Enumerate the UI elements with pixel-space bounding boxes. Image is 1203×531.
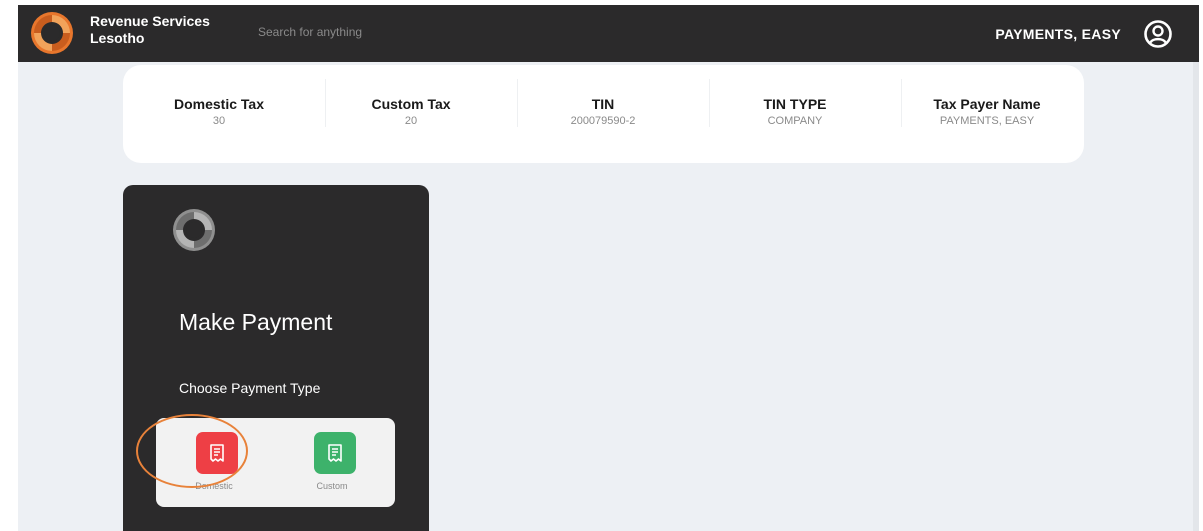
user-name: PAYMENTS, EASY (995, 26, 1121, 42)
summary-label: Domestic Tax (174, 96, 264, 112)
scrollbar[interactable] (1193, 62, 1199, 531)
summary-value: PAYMENTS, EASY (939, 115, 1035, 127)
receipt-icon (328, 444, 342, 462)
make-payment-title: Make Payment (179, 309, 333, 335)
summary-domestic-tax: Domestic Tax 30 (123, 65, 315, 163)
rsl-logo-icon (173, 209, 215, 251)
custom-label: Custom (316, 481, 348, 491)
domestic-label: Domestic (195, 481, 233, 491)
make-payment-card: Make Payment Choose Payment Type Domesti… (123, 185, 429, 531)
domestic-tile[interactable] (196, 432, 238, 474)
custom-payment-button[interactable]: Custom (277, 418, 387, 507)
summary-custom-tax: Custom Tax 20 (315, 65, 507, 163)
summary-label: Custom Tax (371, 96, 451, 112)
brand-name: Revenue Services Lesotho (90, 13, 210, 47)
top-bar: Revenue Services Lesotho Search for anyt… (18, 5, 1199, 62)
summary-label: TIN TYPE (763, 96, 827, 112)
brand-line-1: Revenue Services (90, 13, 210, 29)
summary-tin-type: TIN TYPE COMPANY (699, 65, 891, 163)
summary-value: 200079590-2 (570, 115, 636, 127)
summary-value: 30 (212, 115, 226, 127)
receipt-icon (210, 444, 224, 462)
payment-type-subtitle: Choose Payment Type (179, 380, 321, 396)
summary-taxpayer-name: Tax Payer Name PAYMENTS, EASY (891, 65, 1083, 163)
summary-value: 20 (404, 115, 418, 127)
domestic-payment-button[interactable]: Domestic (159, 418, 269, 507)
tax-summary-card: Domestic Tax 30 Custom Tax 20 TIN 200079… (123, 65, 1084, 163)
search-input[interactable]: Search for anything (258, 25, 362, 39)
rsl-logo-icon[interactable] (30, 11, 74, 55)
app-frame: Revenue Services Lesotho Search for anyt… (18, 5, 1199, 531)
user-circle-icon[interactable] (1143, 19, 1173, 49)
summary-label: Tax Payer Name (933, 96, 1041, 112)
summary-tin: TIN 200079590-2 (507, 65, 699, 163)
custom-tile[interactable] (314, 432, 356, 474)
brand-line-2: Lesotho (90, 30, 145, 46)
summary-label: TIN (591, 96, 615, 112)
summary-value: COMPANY (767, 115, 823, 127)
payment-type-options: Domestic Custom (156, 418, 395, 507)
